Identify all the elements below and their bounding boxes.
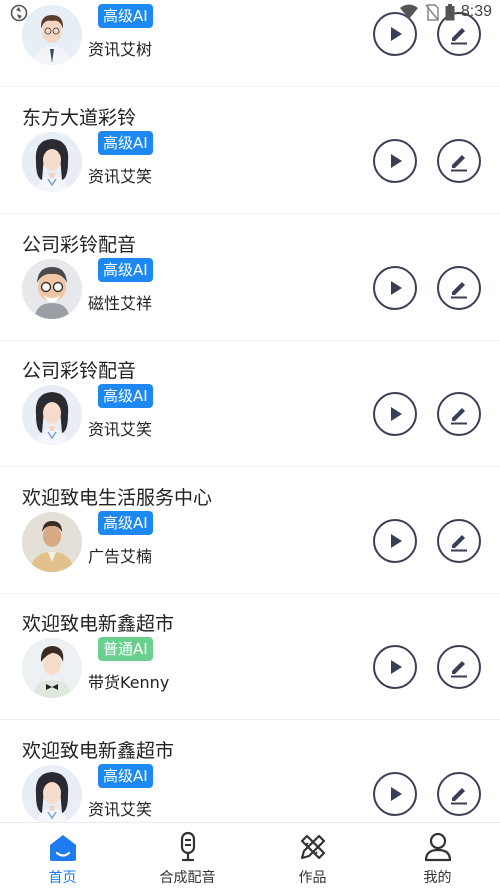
tab-home[interactable]: 首页: [0, 823, 125, 890]
pencil-icon: [451, 661, 467, 678]
list-item[interactable]: 东方大道彩铃 高级AI 资讯艾笑: [0, 87, 500, 214]
ai-level-badge: 高级AI: [98, 4, 153, 28]
edit-button[interactable]: [437, 392, 481, 436]
item-title: 欢迎致电新鑫超市: [22, 613, 175, 635]
edit-button[interactable]: [437, 645, 481, 689]
list-item[interactable]: 公司彩铃配音 高级AI 磁性艾祥: [0, 214, 500, 341]
edit-button[interactable]: [437, 266, 481, 310]
voice-name: 广告艾楠: [88, 547, 153, 566]
play-icon: [391, 660, 402, 674]
voice-avatar: [22, 5, 82, 65]
item-title: 公司彩铃配音: [22, 234, 137, 256]
voice-name: 带货Kenny: [88, 673, 170, 692]
ai-level-badge: 高级AI: [98, 764, 153, 788]
voice-avatar: [22, 385, 82, 445]
ai-level-badge: 高级AI: [98, 511, 153, 535]
voice-avatar: [22, 512, 82, 572]
edit-button[interactable]: [437, 12, 481, 56]
voice-avatar: [22, 132, 82, 192]
ai-level-badge: 高级AI: [98, 258, 153, 282]
play-button[interactable]: [373, 392, 417, 436]
ai-level-badge: 普通AI: [98, 637, 153, 661]
list-item[interactable]: 欢迎致电新鑫超市 普通AI 带货Kenny: [0, 593, 500, 720]
play-button[interactable]: [373, 645, 417, 689]
item-title: 东方大道彩铃: [22, 107, 137, 129]
item-title: 欢迎致电生活服务中心: [22, 487, 213, 509]
play-icon: [391, 281, 402, 295]
voice-avatar: [22, 765, 82, 822]
tab-synthesize[interactable]: 合成配音: [125, 823, 250, 890]
play-button[interactable]: [373, 519, 417, 563]
tab-mine[interactable]: 我的: [375, 823, 500, 890]
edit-button[interactable]: [437, 519, 481, 563]
pencil-ruler-icon: [300, 834, 325, 860]
play-button[interactable]: [373, 12, 417, 56]
list-item[interactable]: 公司彩铃配音 高级AI 资讯艾笑: [0, 340, 500, 467]
edit-button[interactable]: [437, 772, 481, 816]
user-icon: [424, 832, 451, 862]
tab-synthesize-label: 合成配音: [159, 870, 216, 886]
bottom-tab-bar: 首页 合成配音 作品 我的: [0, 822, 500, 890]
pencil-icon: [451, 282, 467, 299]
list-item[interactable]: 高级AI 资讯艾树: [0, 0, 500, 87]
pencil-icon: [451, 535, 467, 552]
tab-mine-label: 我的: [423, 870, 452, 886]
pencil-icon: [451, 788, 467, 805]
play-icon: [391, 27, 402, 41]
voice-name: 资讯艾笑: [88, 167, 153, 186]
voice-avatar: [22, 638, 82, 698]
item-title: 公司彩铃配音: [22, 360, 137, 382]
voice-name: 资讯艾笑: [88, 800, 153, 819]
voice-avatar: [22, 259, 82, 319]
voice-name: 资讯艾笑: [88, 420, 153, 439]
list-item[interactable]: 欢迎致电生活服务中心 高级AI 广告艾楠: [0, 467, 500, 594]
voice-name: 磁性艾祥: [88, 294, 153, 313]
ai-level-badge: 高级AI: [98, 384, 153, 408]
play-button[interactable]: [373, 266, 417, 310]
microphone-icon: [180, 831, 195, 862]
play-button[interactable]: [373, 772, 417, 816]
edit-button[interactable]: [437, 139, 481, 183]
home-icon: [49, 835, 76, 861]
pencil-icon: [451, 155, 467, 172]
ringtone-list[interactable]: 高级AI 资讯艾树 东方大道彩铃 高级AI 资讯艾笑 公司彩铃配音 高级AI 磁…: [0, 0, 500, 822]
voice-name: 资讯艾树: [88, 40, 153, 59]
item-title: 欢迎致电新鑫超市: [22, 740, 175, 762]
ai-level-badge: 高级AI: [98, 131, 153, 155]
list-item[interactable]: 欢迎致电新鑫超市 高级AI 资讯艾笑: [0, 720, 500, 822]
play-button[interactable]: [373, 139, 417, 183]
play-icon: [391, 787, 402, 801]
play-icon: [391, 154, 402, 168]
pencil-icon: [451, 408, 467, 425]
tab-works[interactable]: 作品: [250, 823, 375, 890]
tab-home-label: 首页: [48, 870, 77, 886]
tab-works-label: 作品: [298, 870, 327, 886]
play-icon: [391, 534, 402, 548]
play-icon: [391, 407, 402, 421]
pencil-icon: [451, 28, 467, 45]
